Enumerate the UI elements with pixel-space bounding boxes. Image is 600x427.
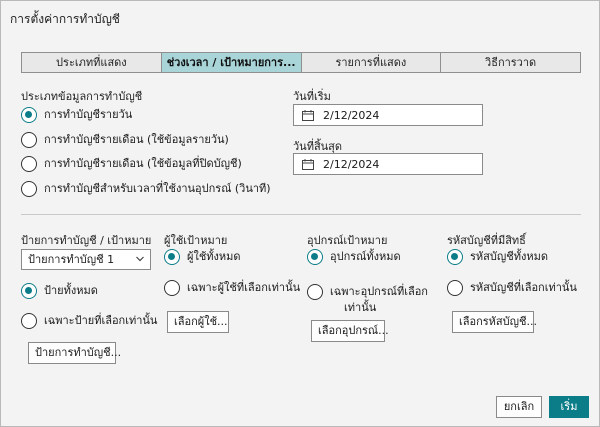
radio-all-devices[interactable]: อุปกรณ์ทั้งหมด xyxy=(307,249,401,265)
radio-button[interactable] xyxy=(21,283,37,299)
tab-period-target[interactable]: ช่วงเวลา / เป้าหมายการ... xyxy=(161,53,302,72)
cancel-button[interactable]: ยกเลิก xyxy=(496,396,542,418)
accounting-tag-select[interactable]: ป้ายการทำบัญชี 1 xyxy=(21,249,151,270)
radio-button[interactable] xyxy=(21,132,37,148)
start-date-value: 2/12/2024 xyxy=(323,108,380,122)
radio-selected-tags[interactable]: เฉพาะป้ายที่เลือกเท่านั้น xyxy=(21,313,157,329)
end-date-input[interactable]: 2/12/2024 xyxy=(293,153,483,175)
accounting-tag-label: ป้ายการทำบัญชี / เป้าหมาย xyxy=(21,234,152,247)
target-users-label: ผู้ใช้เป้าหมาย xyxy=(164,234,228,247)
tab-display-type[interactable]: ประเภทที่แสดง xyxy=(22,53,162,72)
accounting-tag-select-value: ป้ายการทำบัญชี 1 xyxy=(28,253,115,266)
start-date-label: วันที่เริ่ม xyxy=(293,90,331,103)
radio-device-time[interactable]: การทำบัญชีสำหรับเวลาที่ใช้งานอุปกรณ์ (วิ… xyxy=(21,181,271,197)
radio-selected-users[interactable]: เฉพาะผู้ใช้ที่เลือกเท่านั้น xyxy=(164,280,300,296)
radio-button[interactable] xyxy=(164,280,180,296)
selected-devices-label: เฉพาะอุปกรณ์ที่เลือก เท่านั้น xyxy=(330,284,428,316)
target-devices-label: อุปกรณ์เป้าหมาย xyxy=(307,234,388,247)
tab-draw-method[interactable]: วิธีการวาด xyxy=(441,53,580,72)
end-date-value: 2/12/2024 xyxy=(323,157,380,171)
section-divider xyxy=(21,214,581,215)
radio-button[interactable] xyxy=(447,249,463,265)
radio-button[interactable] xyxy=(21,181,37,197)
calendar-icon xyxy=(302,158,314,170)
accounting-type-label: ประเภทข้อมูลการทำบัญชี xyxy=(21,90,143,103)
dialog-title: การตั้งค่าการทำบัญชี xyxy=(10,12,120,26)
select-users-button[interactable]: เลือกผู้ใช้... xyxy=(167,311,229,333)
radio-selected-devices[interactable]: เฉพาะอุปกรณ์ที่เลือก เท่านั้น xyxy=(307,284,428,316)
start-date-input[interactable]: 2/12/2024 xyxy=(293,104,483,126)
radio-button[interactable] xyxy=(164,249,180,265)
radio-button[interactable] xyxy=(21,156,37,172)
radio-daily[interactable]: การทำบัญชีรายวัน xyxy=(21,107,132,123)
radio-monthly-daily[interactable]: การทำบัญชีรายเดือน (ใช้ข้อมูลรายวัน) xyxy=(21,132,229,148)
settings-dialog: การตั้งค่าการทำบัญชี ประเภทที่แสดง ช่วงเ… xyxy=(0,0,600,427)
radio-button[interactable] xyxy=(21,313,37,329)
start-button[interactable]: เริ่ม xyxy=(549,396,589,418)
calendar-icon xyxy=(302,109,314,121)
privileged-codes-label: รหัสบัญชีที่มีสิทธิ์ xyxy=(447,234,526,247)
accounting-tag-button[interactable]: ป้ายการทำบัญชี... xyxy=(28,342,121,364)
radio-all-users[interactable]: ผู้ใช้ทั้งหมด xyxy=(164,249,241,265)
select-devices-button[interactable]: เลือกอุปกรณ์... xyxy=(311,320,389,342)
radio-button[interactable] xyxy=(21,107,37,123)
tab-display-items[interactable]: รายการที่แสดง xyxy=(302,53,442,72)
radio-button[interactable] xyxy=(307,284,323,300)
radio-all-tags[interactable]: ป้ายทั้งหมด xyxy=(21,283,98,299)
radio-button[interactable] xyxy=(307,249,323,265)
radio-selected-codes[interactable]: รหัสบัญชีที่เลือกเท่านั้น xyxy=(447,280,577,296)
radio-button[interactable] xyxy=(447,280,463,296)
chevron-down-icon xyxy=(136,256,144,262)
tab-bar: ประเภทที่แสดง ช่วงเวลา / เป้าหมายการ... … xyxy=(21,52,581,73)
selected-devices-line-1: เฉพาะอุปกรณ์ที่เลือก xyxy=(330,285,428,298)
radio-monthly-closed[interactable]: การทำบัญชีรายเดือน (ใช้ข้อมูลที่ปิดบัญชี… xyxy=(21,156,242,172)
selected-devices-line-2: เท่านั้น xyxy=(344,301,377,314)
select-codes-button[interactable]: เลือกรหัสบัญชี... xyxy=(452,311,537,333)
radio-all-codes[interactable]: รหัสบัญชีทั้งหมด xyxy=(447,249,548,265)
